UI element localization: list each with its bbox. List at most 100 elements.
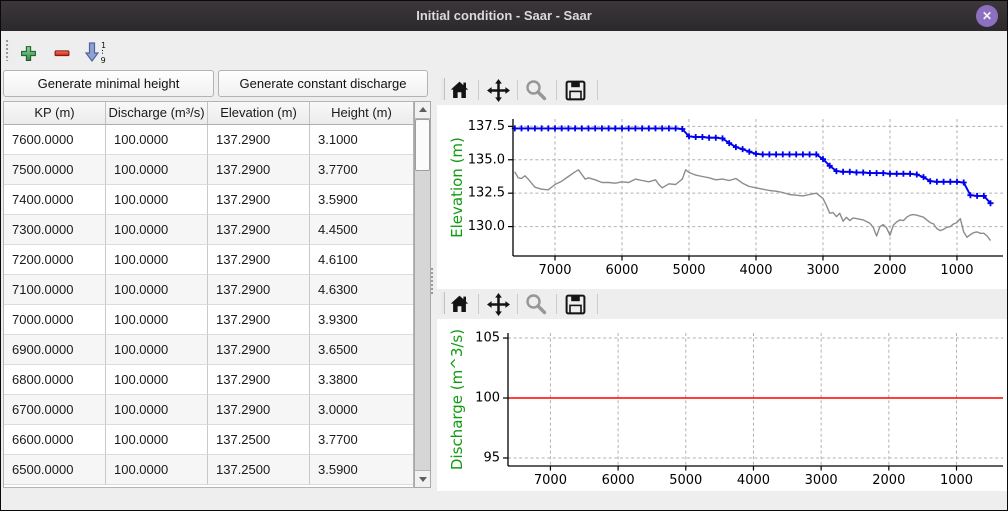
table-cell[interactable]: 6800.0000 — [4, 365, 106, 395]
table-cell[interactable]: 137.2900 — [208, 155, 310, 185]
table-cell[interactable]: 3.5900 — [310, 455, 413, 485]
table-cell[interactable]: 137.2900 — [208, 365, 310, 395]
table-cell[interactable]: 6500.0000 — [4, 455, 106, 485]
table-cell[interactable]: 137.2900 — [208, 125, 310, 155]
column-header[interactable]: Height (m) — [310, 102, 413, 124]
table-cell[interactable]: 137.2900 — [208, 335, 310, 365]
table-cell[interactable]: 137.2900 — [208, 215, 310, 245]
table-cell[interactable]: 100.0000 — [106, 155, 208, 185]
table-cell[interactable]: 7000.0000 — [4, 305, 106, 335]
table-cell[interactable]: 137.2500 — [208, 425, 310, 455]
table-cell[interactable]: 4.6100 — [310, 245, 413, 275]
plus-icon — [20, 45, 37, 62]
table-cell[interactable]: 100.0000 — [106, 275, 208, 305]
table-cell[interactable]: 4.6300 — [310, 275, 413, 305]
table-cell[interactable]: 3.6500 — [310, 335, 413, 365]
table-cell[interactable]: 137.2900 — [208, 245, 310, 275]
table-cell[interactable]: 7600.0000 — [4, 125, 106, 155]
table-cell[interactable]: 7500.0000 — [4, 155, 106, 185]
plot1-save-button[interactable] — [561, 76, 589, 104]
table-cell[interactable]: 137.2500 — [208, 455, 310, 485]
generate-constant-discharge-button[interactable]: Generate constant discharge — [218, 70, 428, 97]
svg-text:137.5: 137.5 — [468, 119, 505, 134]
table-cell[interactable]: 100.0000 — [106, 455, 208, 485]
table-cell[interactable]: 7100.0000 — [4, 275, 106, 305]
table-cell[interactable]: 137.2900 — [208, 395, 310, 425]
table-scrollbar[interactable] — [414, 101, 431, 488]
tick-labels: 7000600050004000300020001000137.5135.013… — [468, 119, 974, 278]
toolbar-drag-handle[interactable] — [5, 39, 10, 61]
svg-text:95: 95 — [483, 450, 500, 465]
plot2-save-button[interactable] — [561, 290, 589, 318]
table-cell[interactable]: 3.7700 — [310, 425, 413, 455]
table-cell[interactable]: 7200.0000 — [4, 245, 106, 275]
add-row-button[interactable] — [14, 39, 42, 67]
scrollbar-thumb[interactable] — [415, 119, 430, 171]
sort-rows-button[interactable]: 1 9 — [82, 38, 110, 66]
table-cell[interactable]: 7300.0000 — [4, 215, 106, 245]
table-cell[interactable]: 100.0000 — [106, 335, 208, 365]
splitter-handle[interactable] — [430, 267, 435, 295]
plot2-pan-button[interactable] — [484, 290, 512, 318]
scrollbar-up-button[interactable] — [415, 102, 430, 119]
plot2-home-button[interactable] — [445, 290, 473, 318]
table-cell[interactable]: 3.0000 — [310, 395, 413, 425]
svg-text:6000: 6000 — [602, 473, 635, 488]
table-cell[interactable]: 6700.0000 — [4, 395, 106, 425]
table-cell[interactable]: 100.0000 — [106, 185, 208, 215]
remove-row-button[interactable] — [48, 39, 76, 67]
gridlines — [508, 333, 1003, 466]
table-cell[interactable]: 137.2900 — [208, 305, 310, 335]
table-cell[interactable]: 100.0000 — [106, 425, 208, 455]
plot1-pan-button[interactable] — [484, 76, 512, 104]
table-cell[interactable]: 6900.0000 — [4, 335, 106, 365]
table-row: 7000.0000100.0000137.29003.9300 — [4, 305, 413, 335]
generate-minimal-height-button[interactable]: Generate minimal height — [3, 70, 214, 97]
plot1-zoom-button[interactable] — [522, 76, 550, 104]
elevation-plot[interactable]: 7000600050004000300020001000137.5135.013… — [437, 105, 1008, 289]
close-icon: ✕ — [982, 9, 992, 23]
series-water-level — [515, 128, 991, 203]
plot1-home-button[interactable] — [445, 76, 473, 104]
discharge-plot[interactable]: 700060005000400030002000100010510095Disc… — [437, 319, 1008, 491]
svg-text:1: 1 — [101, 41, 106, 50]
table-cell[interactable]: 3.3800 — [310, 365, 413, 395]
column-header[interactable]: Elevation (m) — [208, 102, 310, 124]
home-icon — [450, 81, 469, 99]
table-row: 7400.0000100.0000137.29003.5900 — [4, 185, 413, 215]
table-cell[interactable]: 100.0000 — [106, 215, 208, 245]
tick-labels: 700060005000400030002000100010510095 — [475, 331, 973, 488]
table-row: 6700.0000100.0000137.29003.0000 — [4, 395, 413, 425]
table-cell[interactable]: 137.2900 — [208, 275, 310, 305]
table-cell[interactable]: 100.0000 — [106, 125, 208, 155]
svg-text:3000: 3000 — [805, 473, 838, 488]
scrollbar-down-button[interactable] — [415, 470, 430, 487]
svg-text:4000: 4000 — [737, 473, 770, 488]
title-bar[interactable]: Initial condition - Saar - Saar ✕ — [1, 1, 1007, 31]
table-cell[interactable]: 3.1000 — [310, 125, 413, 155]
close-button[interactable]: ✕ — [976, 5, 998, 27]
table-cell[interactable]: 3.5900 — [310, 185, 413, 215]
toolbar-separator — [597, 80, 598, 100]
table-cell[interactable]: 100.0000 — [106, 245, 208, 275]
svg-text:100: 100 — [475, 391, 500, 406]
svg-text:5000: 5000 — [669, 473, 702, 488]
table-cell[interactable]: 3.9300 — [310, 305, 413, 335]
table-cell[interactable]: 3.7700 — [310, 155, 413, 185]
table-body: 7600.0000100.0000137.29003.10007500.0000… — [4, 125, 413, 485]
table-cell[interactable]: 137.2900 — [208, 185, 310, 215]
table-cell[interactable]: 6600.0000 — [4, 425, 106, 455]
table-cell[interactable]: 100.0000 — [106, 395, 208, 425]
plot2-zoom-button[interactable] — [522, 290, 550, 318]
window-title: Initial condition - Saar - Saar — [1, 1, 1007, 31]
svg-text:7000: 7000 — [538, 263, 571, 278]
initial-condition-table: KP (m)Discharge (m³/s)Elevation (m)Heigh… — [3, 101, 414, 488]
svg-text:7000: 7000 — [534, 473, 567, 488]
column-header[interactable]: KP (m) — [4, 102, 106, 124]
svg-text:130.0: 130.0 — [468, 219, 505, 234]
table-cell[interactable]: 100.0000 — [106, 305, 208, 335]
table-cell[interactable]: 100.0000 — [106, 365, 208, 395]
column-header[interactable]: Discharge (m³/s) — [106, 102, 208, 124]
table-cell[interactable]: 7400.0000 — [4, 185, 106, 215]
table-cell[interactable]: 4.4500 — [310, 215, 413, 245]
